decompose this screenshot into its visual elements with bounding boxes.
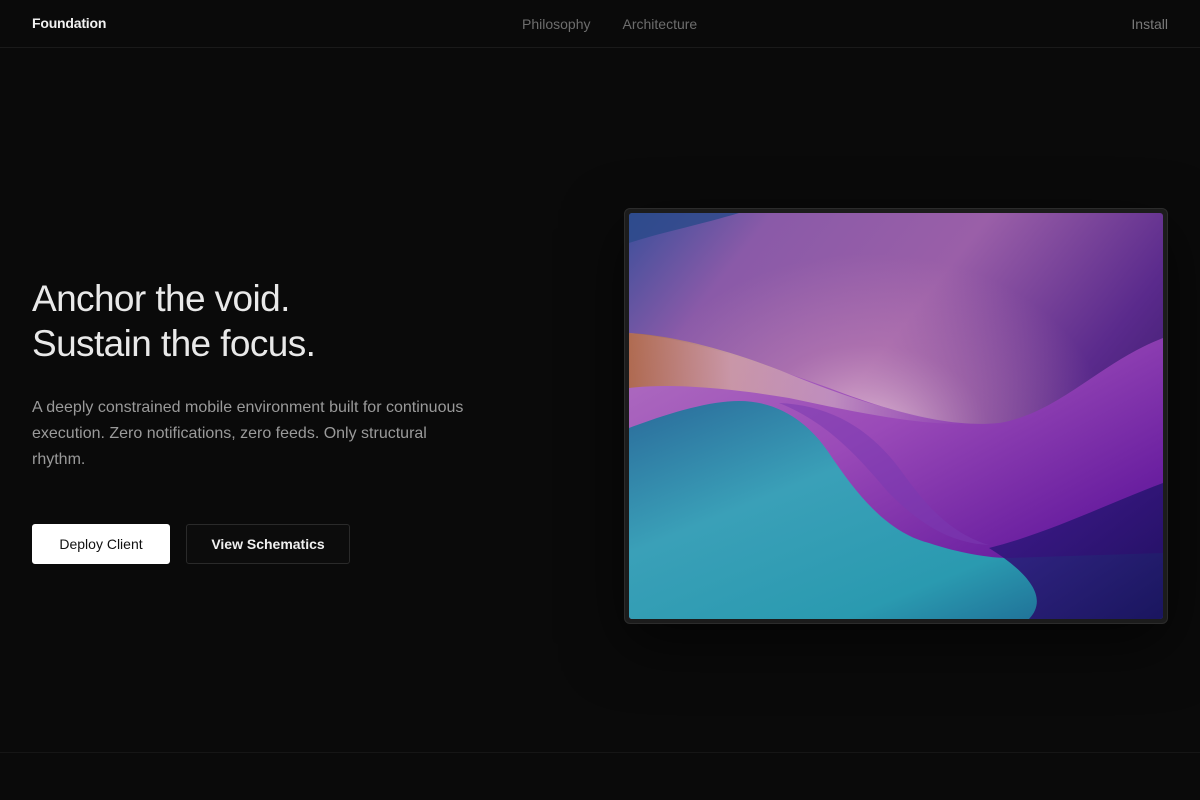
device-mockup: [624, 208, 1168, 624]
view-schematics-button[interactable]: View Schematics: [186, 524, 350, 564]
nav-link-architecture[interactable]: Architecture: [623, 16, 698, 32]
hero-actions: Deploy Client View Schematics: [32, 524, 502, 564]
deploy-client-button[interactable]: Deploy Client: [32, 524, 170, 564]
brand-logo[interactable]: Foundation: [32, 15, 106, 31]
hero-section: Anchor the void. Sustain the focus. A de…: [32, 276, 502, 564]
section-divider: [0, 752, 1200, 753]
main-nav: Philosophy Architecture: [522, 16, 697, 32]
install-link[interactable]: Install: [1131, 16, 1168, 32]
hero-headline: Anchor the void. Sustain the focus.: [32, 276, 502, 366]
top-nav-bar: Foundation Philosophy Architecture Insta…: [0, 0, 1200, 48]
headline-line-2: Sustain the focus.: [32, 323, 316, 364]
hero-description: A deeply constrained mobile environment …: [32, 399, 464, 468]
wallpaper-image: [629, 213, 1163, 619]
headline-line-1: Anchor the void.: [32, 278, 290, 319]
nav-link-philosophy[interactable]: Philosophy: [522, 16, 591, 32]
